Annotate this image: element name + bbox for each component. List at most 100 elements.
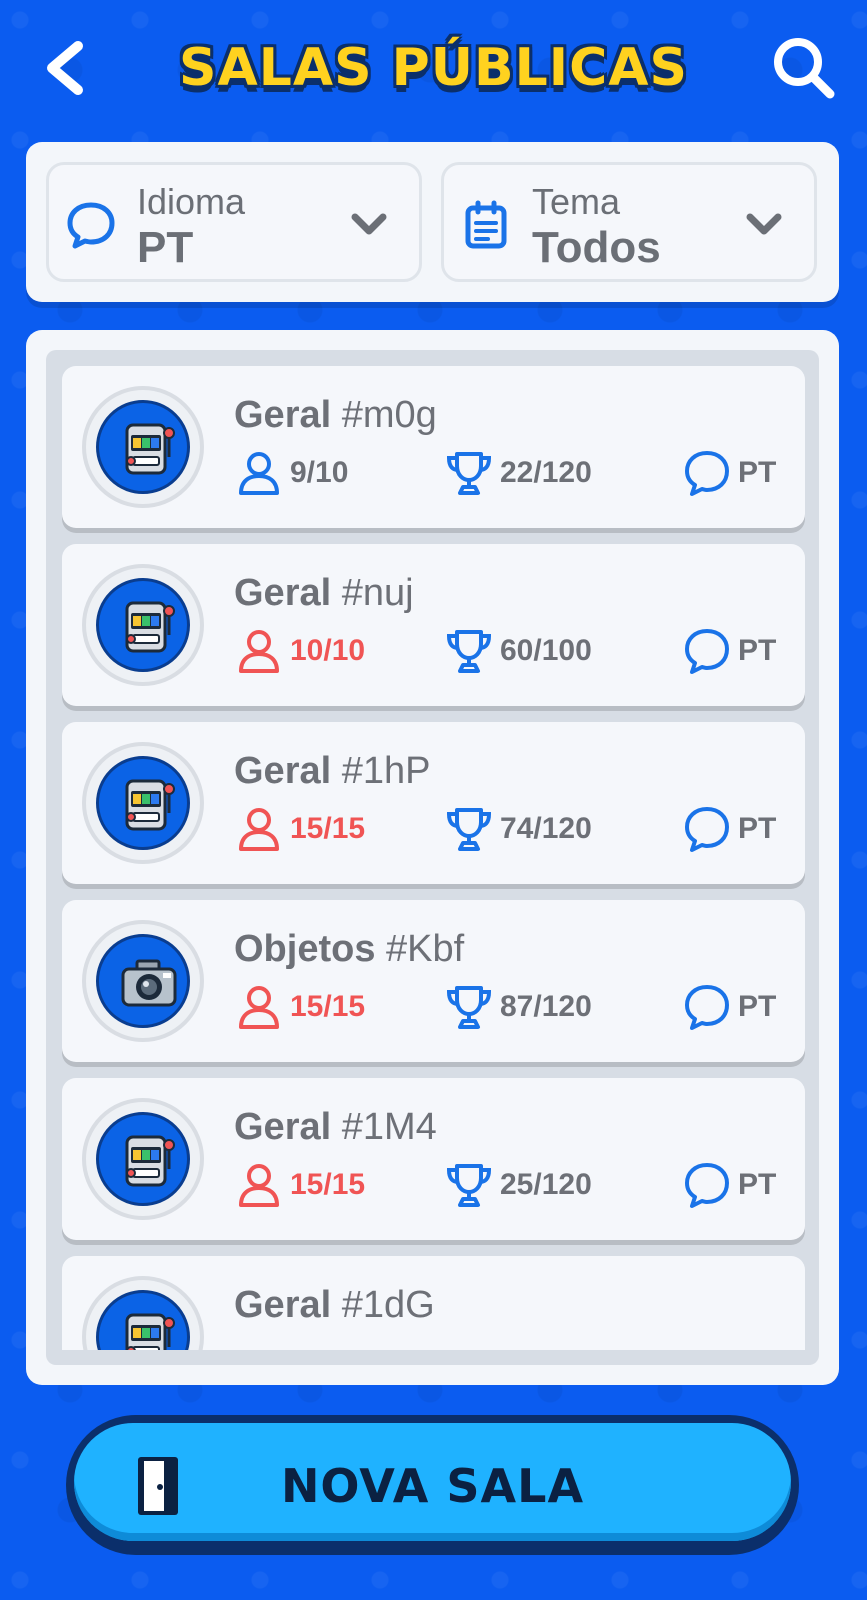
clipboard-icon bbox=[465, 200, 507, 249]
room-player-count: 15/15 bbox=[290, 812, 366, 845]
room-players: 15/15 bbox=[234, 804, 365, 854]
new-room-button-face: NOVA SALA bbox=[74, 1423, 791, 1541]
room-score-value: 25/120 bbox=[500, 1168, 592, 1201]
room-language: PT bbox=[682, 1160, 776, 1210]
room-language-value: PT bbox=[738, 634, 777, 667]
room-score-value: 22/120 bbox=[500, 456, 592, 489]
room-players: 15/15 bbox=[234, 982, 365, 1032]
user-icon-full bbox=[234, 982, 284, 1032]
user-icon-full bbox=[234, 626, 284, 676]
room-code: #nuj bbox=[341, 572, 414, 614]
room-card[interactable]: Geral #1M4 15/15 25/120 PT bbox=[62, 1078, 805, 1240]
search-button[interactable] bbox=[768, 32, 838, 102]
room-player-count: 15/15 bbox=[290, 1168, 366, 1201]
chat-bubble-icon bbox=[682, 448, 732, 498]
chat-bubble-icon bbox=[682, 1160, 732, 1210]
room-language-value: PT bbox=[738, 1168, 777, 1201]
room-category: Geral bbox=[234, 1284, 332, 1326]
room-score: 74/120 bbox=[444, 804, 592, 854]
room-player-count: 9/10 bbox=[290, 456, 349, 489]
room-avatar-circle bbox=[96, 1290, 190, 1350]
room-language: PT bbox=[682, 982, 776, 1032]
room-score: 87/120 bbox=[444, 982, 592, 1032]
room-language-value: PT bbox=[738, 990, 777, 1023]
room-name: Geral #1hP bbox=[234, 750, 430, 793]
chevron-down-icon bbox=[351, 213, 387, 235]
chat-bubble-icon bbox=[682, 982, 732, 1032]
language-filter-label: Idioma bbox=[137, 181, 246, 222]
room-score: 60/100 bbox=[444, 626, 592, 676]
room-avatar-circle bbox=[96, 1112, 190, 1206]
theme-filter-value: Todos bbox=[532, 223, 661, 272]
language-filter-value: PT bbox=[137, 223, 194, 272]
room-avatar bbox=[82, 1276, 204, 1350]
room-avatar bbox=[82, 920, 204, 1042]
user-icon bbox=[234, 448, 284, 498]
room-avatar-circle bbox=[96, 756, 190, 850]
room-language: PT bbox=[682, 448, 776, 498]
room-avatar-circle bbox=[96, 400, 190, 494]
room-code: #1M4 bbox=[341, 1106, 437, 1148]
room-card[interactable]: Geral #nuj 10/10 60/100 PT bbox=[62, 544, 805, 706]
room-list-panel: Geral #m0g 9/10 22/120 PT Geral #nuj 10/… bbox=[26, 330, 839, 1385]
room-category: Geral bbox=[234, 572, 332, 614]
chat-bubble-icon bbox=[682, 626, 732, 676]
room-score: 25/120 bbox=[444, 1160, 592, 1210]
room-score-value: 87/120 bbox=[500, 990, 592, 1023]
room-language: PT bbox=[682, 804, 776, 854]
user-icon-full bbox=[234, 1160, 284, 1210]
room-list-scroll[interactable]: Geral #m0g 9/10 22/120 PT Geral #nuj 10/… bbox=[46, 350, 819, 1350]
room-name: Geral #1dG bbox=[234, 1284, 435, 1327]
room-avatar bbox=[82, 564, 204, 686]
chat-bubble-icon bbox=[67, 202, 115, 249]
room-avatar bbox=[82, 742, 204, 864]
room-name: Geral #m0g bbox=[234, 394, 437, 437]
room-card[interactable]: Objetos #Kbf 15/15 87/120 PT bbox=[62, 900, 805, 1062]
room-language: PT bbox=[682, 626, 776, 676]
trophy-icon bbox=[444, 982, 494, 1032]
chevron-down-icon bbox=[746, 213, 782, 235]
room-player-count: 10/10 bbox=[290, 634, 366, 667]
room-players: 10/10 bbox=[234, 626, 365, 676]
room-score: 22/120 bbox=[444, 448, 592, 498]
room-card[interactable]: Geral #1hP 15/15 74/120 PT bbox=[62, 722, 805, 884]
room-score-value: 74/120 bbox=[500, 812, 592, 845]
filter-panel: Idioma PT Tema Todos bbox=[26, 142, 839, 302]
trophy-icon bbox=[444, 1160, 494, 1210]
user-icon-full bbox=[234, 804, 284, 854]
new-room-label: NOVA SALA bbox=[280, 1459, 585, 1513]
room-name: Geral #nuj bbox=[234, 572, 414, 615]
room-avatar bbox=[82, 386, 204, 508]
trophy-icon bbox=[444, 626, 494, 676]
header: SALAS PÚBLICAS bbox=[0, 0, 867, 140]
trophy-icon bbox=[444, 448, 494, 498]
room-avatar-circle bbox=[96, 934, 190, 1028]
room-code: #1hP bbox=[341, 750, 431, 792]
room-category: Objetos bbox=[234, 928, 376, 970]
room-avatar bbox=[82, 1098, 204, 1220]
search-icon bbox=[774, 38, 835, 99]
room-code: #1dG bbox=[341, 1284, 435, 1326]
room-code: #Kbf bbox=[386, 928, 465, 970]
room-name: Geral #1M4 bbox=[234, 1106, 437, 1149]
room-list[interactable]: Geral #m0g 9/10 22/120 PT Geral #nuj 10/… bbox=[46, 350, 819, 1365]
room-category: Geral bbox=[234, 394, 332, 436]
trophy-icon bbox=[444, 804, 494, 854]
room-language-value: PT bbox=[738, 456, 777, 489]
room-avatar-circle bbox=[96, 578, 190, 672]
room-player-count: 15/15 bbox=[290, 990, 366, 1023]
room-name: Objetos #Kbf bbox=[234, 928, 464, 971]
chat-bubble-icon bbox=[682, 804, 732, 854]
room-category: Geral bbox=[234, 750, 332, 792]
new-room-button[interactable]: NOVA SALA bbox=[66, 1415, 799, 1555]
room-language-value: PT bbox=[738, 812, 777, 845]
theme-filter-label: Tema bbox=[532, 181, 621, 222]
room-code: #m0g bbox=[341, 394, 437, 436]
language-filter[interactable]: Idioma PT bbox=[46, 162, 422, 282]
room-players: 15/15 bbox=[234, 1160, 365, 1210]
room-players: 9/10 bbox=[234, 448, 348, 498]
room-card[interactable]: Geral #m0g 9/10 22/120 PT bbox=[62, 366, 805, 528]
theme-filter[interactable]: Tema Todos bbox=[441, 162, 817, 282]
room-card[interactable]: Geral #1dG bbox=[62, 1256, 805, 1350]
room-score-value: 60/100 bbox=[500, 634, 592, 667]
